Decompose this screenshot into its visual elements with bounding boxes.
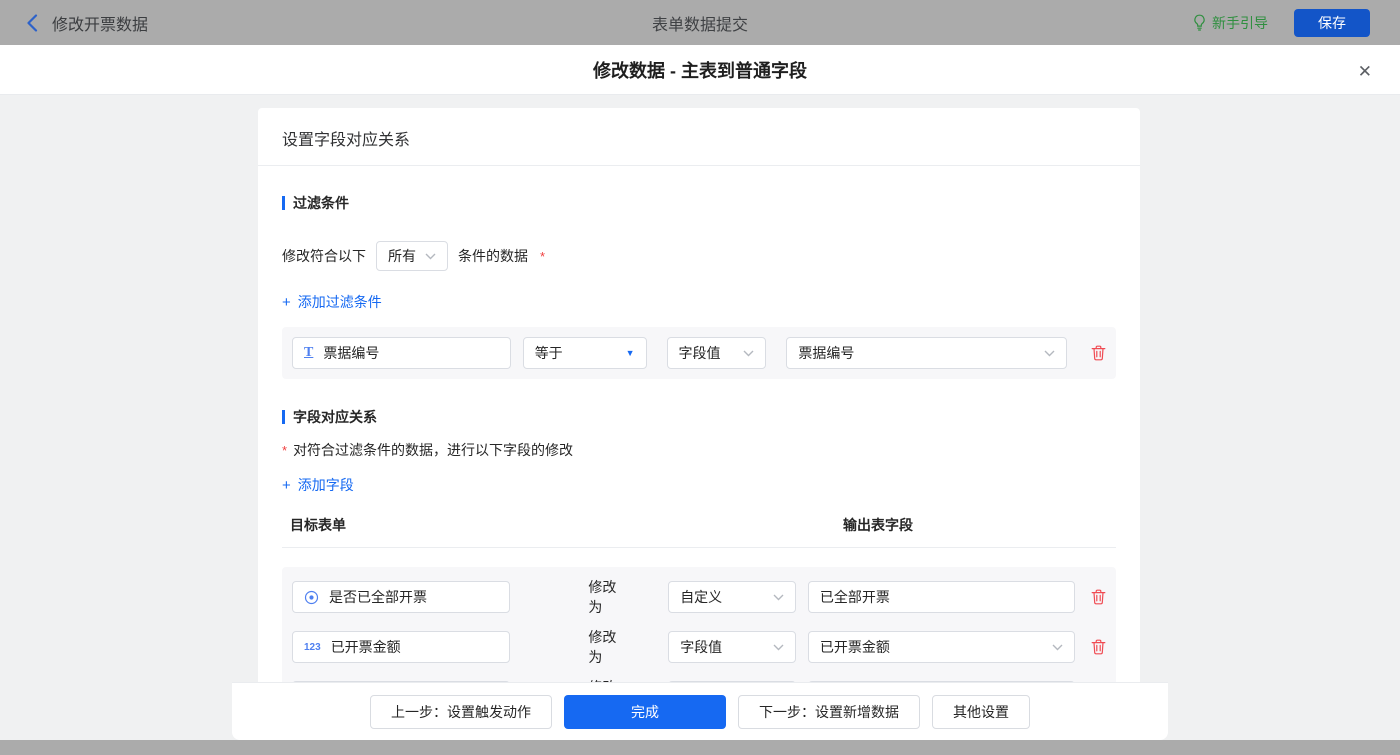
target-field-select[interactable]: 是否已全部开票 [292, 581, 510, 613]
modal-title: 修改数据 - 主表到普通字段 [593, 57, 807, 83]
lightbulb-icon [1193, 14, 1206, 31]
other-settings-button[interactable]: 其他设置 [932, 695, 1030, 729]
value-type-select[interactable]: 自定义 [668, 581, 796, 613]
guide-link[interactable]: 新手引导 [1193, 13, 1268, 33]
column-headers: 目标表单 输出表字段 [282, 515, 1116, 548]
text-field-icon: T [304, 346, 313, 360]
verb-label: 修改为 [588, 577, 630, 617]
mapping-section-title: 字段对应关系 [282, 407, 1116, 427]
page-title: 表单数据提交 [0, 11, 1400, 35]
add-filter-condition-link[interactable]: + 添加过滤条件 [282, 292, 382, 312]
required-mark: * [540, 249, 545, 264]
chevron-down-icon [743, 350, 754, 357]
settings-card: 设置字段对应关系 过滤条件 修改符合以下 所有 条件的数据 * + 添加过滤条件 [258, 108, 1140, 682]
plus-icon: + [282, 294, 291, 311]
match-mode-select[interactable]: 所有 [376, 241, 448, 271]
dimmed-backdrop-strip [0, 740, 1400, 755]
filter-valuetype-select[interactable]: 字段值 [667, 337, 767, 369]
match-prefix-label: 修改符合以下 [282, 246, 366, 266]
filter-condition-row: T 票据编号 等于 ▼ 字段值 票据编号 [282, 327, 1116, 379]
trash-icon[interactable] [1091, 589, 1106, 605]
card-header-title: 设置字段对应关系 [258, 108, 1140, 166]
match-condition-row: 修改符合以下 所有 条件的数据 * [282, 241, 1116, 271]
col-header-output-field: 输出表字段 [843, 515, 913, 535]
output-field-select[interactable]: 已开票金额 [808, 631, 1075, 663]
chevron-down-icon [1044, 350, 1055, 357]
mapping-row: 是否已全部开票 修改为 自定义 已全部开票 [292, 577, 1106, 617]
verb-label: 修改为 [588, 627, 630, 667]
required-mark: * [282, 443, 287, 458]
trash-icon[interactable] [1091, 345, 1106, 361]
section-bar [282, 410, 285, 424]
modal-footer: 上一步：设置触发动作 完成 下一步：设置新增数据 其他设置 [232, 682, 1168, 740]
trash-icon[interactable] [1091, 639, 1106, 655]
add-field-link[interactable]: + 添加字段 [282, 475, 354, 495]
prev-step-button[interactable]: 上一步：设置触发动作 [370, 695, 552, 729]
caret-down-icon: ▼ [626, 348, 635, 358]
filter-section-title: 过滤条件 [282, 193, 1116, 213]
chevron-down-icon [425, 253, 436, 260]
chevron-down-icon [773, 594, 784, 601]
match-suffix-label: 条件的数据 [458, 246, 528, 266]
filter-value-select[interactable]: 票据编号 [786, 337, 1067, 369]
custom-value-input[interactable]: 已全部开票 [808, 581, 1075, 613]
close-icon[interactable]: ✕ [1354, 58, 1376, 86]
modal-body: 设置字段对应关系 过滤条件 修改符合以下 所有 条件的数据 * + 添加过滤条件 [0, 96, 1400, 740]
mapping-description: * 对符合过滤条件的数据，进行以下字段的修改 [282, 440, 1116, 460]
guide-label: 新手引导 [1212, 13, 1268, 33]
chevron-down-icon [773, 644, 784, 651]
plus-icon: + [282, 477, 291, 494]
target-field-select[interactable]: 123 已开票金额 [292, 631, 510, 663]
chevron-down-icon [1052, 644, 1063, 651]
modal-titlebar: 修改数据 - 主表到普通字段 ✕ [0, 45, 1400, 95]
section-bar [282, 196, 285, 210]
topbar: 修改开票数据 表单数据提交 新手引导 保存 [0, 0, 1400, 45]
col-header-target-form: 目标表单 [290, 517, 346, 533]
save-button[interactable]: 保存 [1294, 9, 1370, 37]
next-step-button[interactable]: 下一步：设置新增数据 [738, 695, 920, 729]
done-button[interactable]: 完成 [564, 695, 726, 729]
filter-field-select[interactable]: T 票据编号 [292, 337, 511, 369]
mapping-row: 123 已开票金额 修改为 字段值 已开票金额 [292, 627, 1106, 667]
filter-operator-select[interactable]: 等于 ▼ [523, 337, 647, 369]
value-type-select[interactable]: 字段值 [668, 631, 796, 663]
radio-field-icon [304, 590, 319, 605]
number-field-icon: 123 [304, 642, 321, 653]
